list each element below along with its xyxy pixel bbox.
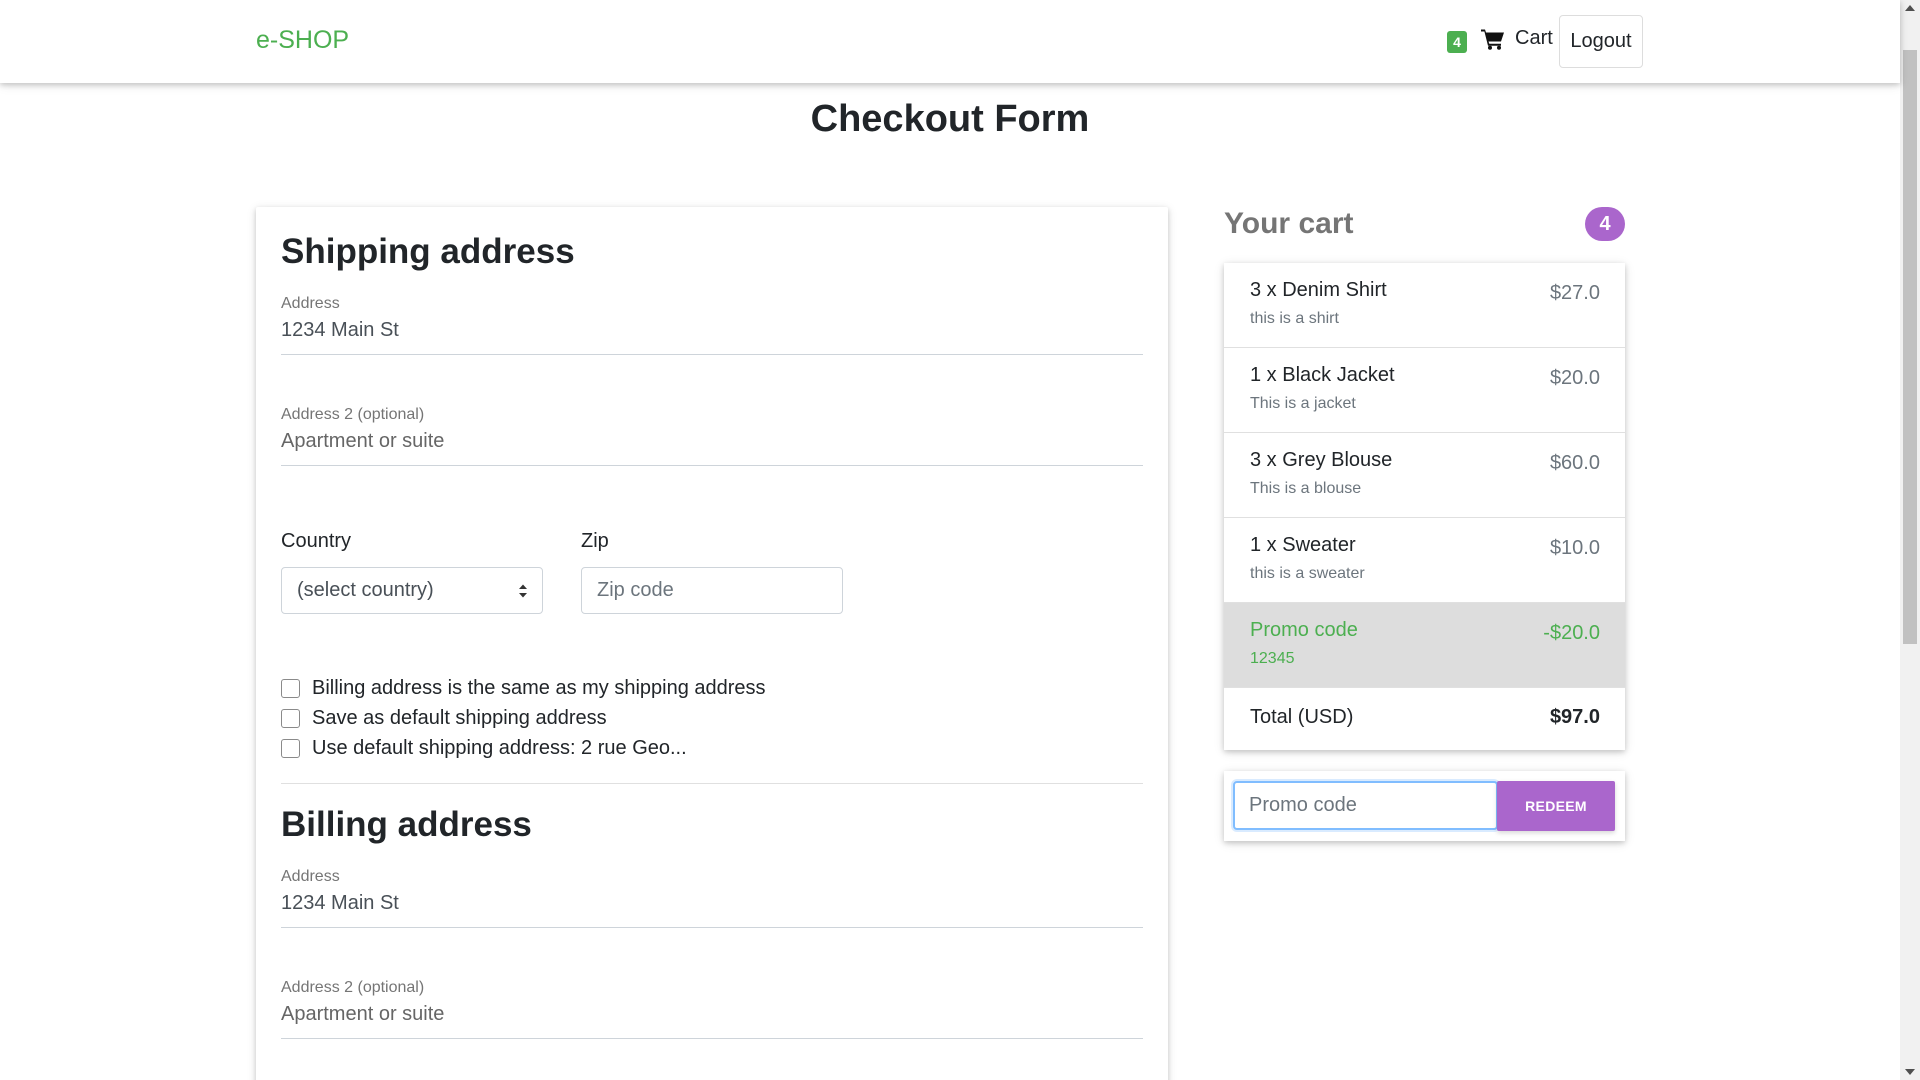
scrollbar-thumb[interactable] — [1903, 50, 1917, 644]
same-billing-label: Billing address is the same as my shippi… — [312, 677, 766, 699]
shipping-address-label: Address — [281, 295, 340, 312]
use-default-checkbox[interactable] — [281, 739, 300, 758]
cart-item-description: this is a sweater — [1250, 565, 1365, 582]
cart-link[interactable]: Cart — [1481, 27, 1553, 50]
cart-item-description: This is a blouse — [1250, 480, 1362, 497]
billing-address2-field: Address 2 (optional) — [281, 979, 1143, 1039]
billing-address2-label: Address 2 (optional) — [281, 979, 425, 996]
shipping-address-title: Shipping address — [281, 232, 575, 271]
save-default-checkbox-row[interactable]: Save as default shipping address — [281, 707, 607, 730]
shipping-address2-input[interactable] — [281, 424, 1143, 465]
shopping-cart-icon — [1481, 29, 1504, 50]
cart-item: 3 x Denim Shirt this is a shirt $27.0 — [1224, 263, 1625, 348]
cart-item-price: $27.0 — [1549, 282, 1600, 304]
select-caret-icon — [519, 584, 527, 598]
scroll-up-arrow-icon[interactable] — [1905, 5, 1915, 11]
cart-item-description: This is a jacket — [1250, 395, 1356, 412]
scroll-down-arrow-icon[interactable] — [1905, 1069, 1915, 1075]
promo-code-label: Promo code — [1250, 619, 1358, 641]
same-billing-checkbox[interactable] — [281, 679, 300, 698]
total-label: Total (USD) — [1250, 706, 1354, 728]
billing-address-label: Address — [281, 868, 340, 885]
cart-count-badge: 4 — [1447, 31, 1467, 53]
cart-item-name: 1 x Black Jacket — [1250, 364, 1395, 386]
total-value: $97.0 — [1549, 706, 1600, 728]
shipping-address2-label: Address 2 (optional) — [281, 406, 425, 423]
country-label: Country — [281, 530, 352, 552]
shipping-address-field: Address — [281, 295, 1143, 355]
shipping-address2-field: Address 2 (optional) — [281, 406, 1143, 466]
save-default-checkbox[interactable] — [281, 709, 300, 728]
billing-address-field: Address — [281, 868, 1143, 928]
cart-total-row: Total (USD) $97.0 — [1224, 688, 1625, 750]
your-cart-title: Your cart — [1224, 207, 1354, 240]
cart-item-name: 1 x Sweater — [1250, 534, 1356, 556]
cart-item: 1 x Sweater this is a sweater $10.0 — [1224, 518, 1625, 603]
country-select[interactable]: (select country) — [281, 567, 543, 614]
shipping-address-input[interactable] — [281, 313, 1143, 354]
checkout-form-card: Shipping address Address Address 2 (opti… — [256, 207, 1168, 1080]
cart-item-name: 3 x Denim Shirt — [1250, 279, 1387, 301]
cart-list: 3 x Denim Shirt this is a shirt $27.0 1 … — [1224, 263, 1625, 750]
zip-input[interactable] — [581, 567, 843, 614]
billing-address-title: Billing address — [281, 805, 532, 844]
country-selected-value: (select country) — [297, 579, 434, 601]
promo-code-value: 12345 — [1250, 650, 1295, 667]
promo-code-form: REDEEM — [1224, 771, 1625, 841]
save-default-label: Save as default shipping address — [312, 707, 607, 729]
billing-address-input[interactable] — [281, 886, 1143, 927]
cart-item-description: this is a shirt — [1250, 310, 1339, 327]
cart-item-price: $10.0 — [1549, 537, 1600, 559]
zip-label: Zip — [581, 530, 609, 552]
cart-label: Cart — [1515, 27, 1553, 49]
cart-item: 1 x Black Jacket This is a jacket $20.0 — [1224, 348, 1625, 433]
logout-button[interactable]: Logout — [1559, 15, 1643, 68]
use-default-label: Use default shipping address: 2 rue Geo.… — [312, 737, 687, 759]
promo-discount: -$20.0 — [1543, 622, 1600, 644]
page-scrollbar[interactable] — [1900, 0, 1920, 1080]
redeem-button[interactable]: REDEEM — [1497, 781, 1615, 831]
cart-items-count-badge: 4 — [1585, 207, 1625, 241]
cart-item-name: 3 x Grey Blouse — [1250, 449, 1393, 471]
promo-code-item: Promo code 12345 -$20.0 — [1224, 603, 1625, 688]
cart-item-price: $20.0 — [1549, 367, 1600, 389]
billing-address2-input[interactable] — [281, 997, 1143, 1038]
section-divider — [281, 783, 1143, 784]
cart-item: 3 x Grey Blouse This is a blouse $60.0 — [1224, 433, 1625, 518]
navbar: e-SHOP 4 Cart Logout — [0, 0, 1900, 83]
promo-code-input[interactable] — [1233, 781, 1498, 830]
use-default-checkbox-row[interactable]: Use default shipping address: 2 rue Geo.… — [281, 737, 687, 760]
brand-logo[interactable]: e-SHOP — [256, 26, 349, 55]
cart-item-price: $60.0 — [1549, 452, 1600, 474]
page-title: Checkout Form — [810, 98, 1090, 140]
same-billing-checkbox-row[interactable]: Billing address is the same as my shippi… — [281, 677, 766, 700]
